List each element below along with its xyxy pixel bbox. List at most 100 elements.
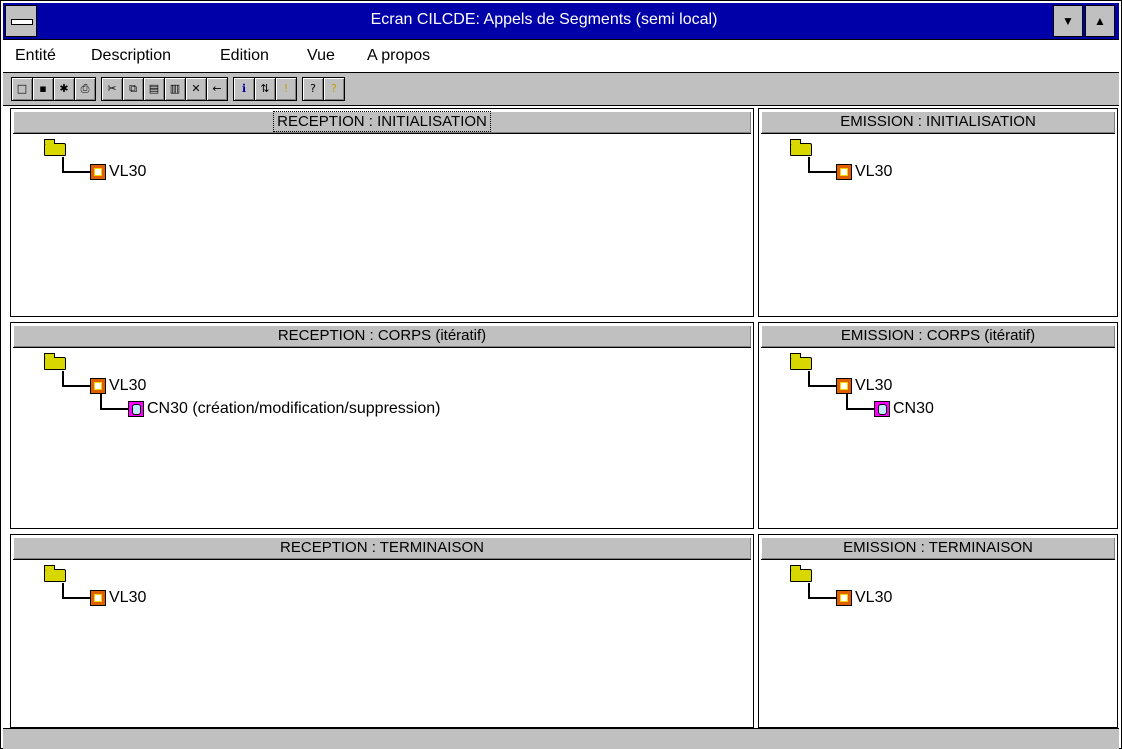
info-button[interactable]: ℹ (233, 77, 255, 101)
save-button[interactable]: ▪ (32, 77, 54, 101)
cn-segment-icon[interactable] (874, 401, 890, 417)
tree-node-label[interactable]: VL30 (109, 163, 146, 181)
minimize-icon: ▼ (1062, 14, 1074, 28)
pane-header[interactable]: EMISSION : INITIALISATION (761, 111, 1115, 134)
pane-reception-corps[interactable]: RECEPTION : CORPS (itératif) VL30 CN30 (… (10, 322, 754, 529)
tree-node-label[interactable]: CN30 (893, 400, 934, 418)
new-button[interactable]: □ (11, 77, 33, 101)
maximize-button[interactable]: ▲ (1085, 5, 1115, 37)
vl-segment-icon[interactable] (90, 590, 106, 606)
system-menu-icon (11, 19, 33, 25)
vl-segment-icon[interactable] (90, 164, 106, 180)
pane-emission-terminaison[interactable]: EMISSION : TERMINAISON VL30 (758, 534, 1118, 728)
cn-segment-icon[interactable] (128, 401, 144, 417)
tree-node-label[interactable]: CN30 (création/modification/suppression) (147, 400, 440, 418)
save-icon: ▪ (39, 82, 47, 95)
paste-special-icon: ▥ (169, 82, 181, 95)
tree-view[interactable]: VL30 CN30 (création/modification/suppres… (11, 347, 753, 528)
pane-title: EMISSION : CORPS (itératif) (840, 327, 1036, 344)
tree-line (62, 171, 90, 173)
title-bar[interactable]: Ecran CILCDE: Appels de Segments (semi l… (3, 3, 1119, 40)
tree-view[interactable]: VL30 (759, 133, 1117, 316)
copy-icon: ⧉ (129, 82, 137, 95)
paste-icon: ▤ (148, 82, 160, 95)
toolbar: □ ▪ ✱ ⎙ ✂ ⧉ ▤ ▥ ✕ ← ℹ ⇅ ! ? ? (3, 73, 1119, 106)
tree-view[interactable]: VL30 CN30 (759, 347, 1117, 528)
folder-open-icon[interactable] (44, 353, 66, 370)
pane-header[interactable]: RECEPTION : TERMINAISON (13, 537, 751, 560)
tree-node-label[interactable]: VL30 (855, 589, 892, 607)
vl-segment-icon[interactable] (836, 378, 852, 394)
menu-bar: Entité Description Edition Vue A propos (3, 40, 1119, 73)
menu-vue[interactable]: Vue (307, 47, 335, 65)
pane-reception-initialisation[interactable]: RECEPTION : INITIALISATION VL30 (10, 108, 754, 317)
pane-header[interactable]: RECEPTION : INITIALISATION (13, 111, 751, 134)
exit-button[interactable]: ← (206, 77, 228, 101)
pane-header[interactable]: EMISSION : CORPS (itératif) (761, 325, 1115, 348)
folder-open-icon[interactable] (44, 565, 66, 582)
minimize-button[interactable]: ▼ (1053, 5, 1083, 37)
window-title: Ecran CILCDE: Appels de Segments (semi l… (370, 11, 718, 28)
new-icon: □ (16, 82, 28, 95)
cut-button[interactable]: ✂ (101, 77, 123, 101)
copy-button[interactable]: ⧉ (122, 77, 144, 101)
vl-segment-icon[interactable] (90, 378, 106, 394)
help-button[interactable]: ? (302, 77, 324, 101)
pane-title: EMISSION : TERMINAISON (843, 539, 1033, 556)
menu-description[interactable]: Description (91, 47, 171, 65)
context-help-button[interactable]: ? (323, 77, 345, 101)
tree-line (808, 171, 836, 173)
print-icon: ⎙ (80, 82, 90, 95)
warning-icon: ! (283, 82, 289, 95)
print-button[interactable]: ⎙ (74, 77, 96, 101)
tree-node-label[interactable]: VL30 (855, 377, 892, 395)
tree-line (100, 408, 128, 410)
folder-open-icon[interactable] (790, 353, 812, 370)
pane-title: RECEPTION : TERMINAISON (280, 539, 484, 556)
warning-button[interactable]: ! (275, 77, 297, 101)
system-menu-button[interactable] (5, 5, 37, 37)
pane-emission-initialisation[interactable]: EMISSION : INITIALISATION VL30 (758, 108, 1118, 317)
sort-button[interactable]: ⇅ (254, 77, 276, 101)
delete-icon: ✕ (191, 82, 201, 95)
tree-node-label[interactable]: VL30 (109, 589, 146, 607)
paste-button[interactable]: ▤ (143, 77, 165, 101)
pane-emission-corps[interactable]: EMISSION : CORPS (itératif) VL30 CN30 (758, 322, 1118, 529)
tree-line (846, 408, 874, 410)
tree-node-label[interactable]: VL30 (109, 377, 146, 395)
folder-open-icon[interactable] (44, 139, 66, 156)
menu-edition[interactable]: Edition (220, 47, 269, 65)
pane-title: RECEPTION : CORPS (itératif) (277, 327, 487, 344)
delete-button[interactable]: ✕ (185, 77, 207, 101)
vl-segment-icon[interactable] (836, 590, 852, 606)
menu-a-propos[interactable]: A propos (367, 47, 430, 65)
tree-view[interactable]: VL30 (759, 559, 1117, 727)
tree-icon: ✱ (59, 82, 69, 95)
info-icon: ℹ (241, 82, 247, 95)
maximize-icon: ▲ (1094, 14, 1106, 28)
pane-title: EMISSION : INITIALISATION (840, 113, 1036, 130)
main-window: Ecran CILCDE: Appels de Segments (semi l… (0, 0, 1122, 749)
folder-open-icon[interactable] (790, 139, 812, 156)
tree-line (62, 385, 90, 387)
sort-icon: ⇅ (260, 82, 270, 95)
vl-segment-icon[interactable] (836, 164, 852, 180)
pane-header[interactable]: RECEPTION : CORPS (itératif) (13, 325, 751, 348)
cut-icon: ✂ (107, 82, 117, 95)
exit-icon: ← (212, 82, 222, 95)
tree-line (808, 597, 836, 599)
menu-entite[interactable]: Entité (15, 47, 56, 65)
context-help-icon: ? (331, 82, 337, 95)
tree-line (808, 385, 836, 387)
paste-special-button[interactable]: ▥ (164, 77, 186, 101)
pane-reception-terminaison[interactable]: RECEPTION : TERMINAISON VL30 (10, 534, 754, 728)
tree-view[interactable]: VL30 (11, 133, 753, 316)
tree-node-label[interactable]: VL30 (855, 163, 892, 181)
folder-open-icon[interactable] (790, 565, 812, 582)
pane-header[interactable]: EMISSION : TERMINAISON (761, 537, 1115, 560)
tree-line (62, 597, 90, 599)
status-bar (3, 728, 1119, 749)
tree-view[interactable]: VL30 (11, 559, 753, 727)
tree-button[interactable]: ✱ (53, 77, 75, 101)
pane-title: RECEPTION : INITIALISATION (273, 111, 491, 132)
